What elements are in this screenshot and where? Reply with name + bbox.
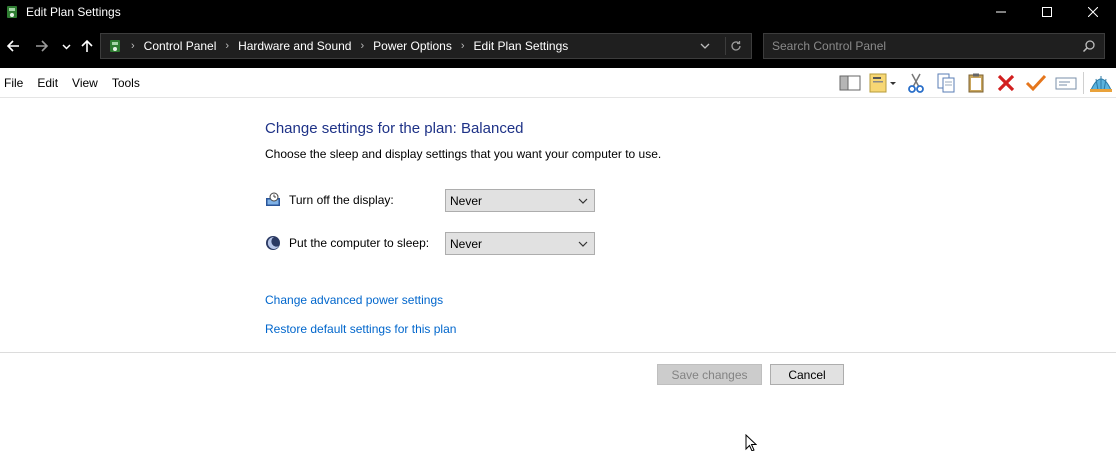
chevron-down-icon — [61, 43, 71, 50]
cancel-button[interactable]: Cancel — [770, 364, 844, 385]
breadcrumb-edit-plan-settings[interactable]: Edit Plan Settings — [474, 39, 569, 53]
breadcrumb-power-options[interactable]: Power Options — [373, 39, 452, 53]
title-bar: Edit Plan Settings — [0, 0, 1116, 24]
arrow-right-icon — [36, 40, 49, 52]
delete-button[interactable] — [991, 68, 1021, 98]
clipboard-icon — [968, 73, 984, 93]
sleep-setting-label: Put the computer to sleep: — [289, 236, 430, 250]
search-box — [763, 33, 1105, 59]
forward-button[interactable] — [33, 35, 51, 57]
breadcrumb-hardware-and-sound[interactable]: Hardware and Sound — [238, 39, 351, 53]
power-options-icon — [4, 4, 20, 20]
restore-defaults-link[interactable]: Restore default settings for this plan — [265, 322, 456, 336]
window-title: Edit Plan Settings — [26, 5, 121, 19]
minimize-button[interactable] — [978, 0, 1024, 24]
refresh-button[interactable] — [725, 37, 745, 55]
shell-icon — [1090, 76, 1112, 92]
sleep-setting-row: Put the computer to sleep: Never — [265, 232, 595, 255]
display-timeout-select[interactable]: Never — [445, 189, 595, 212]
chevron-down-icon — [700, 43, 710, 49]
recent-locations-button[interactable] — [59, 35, 73, 57]
display-timeout-value: Never — [450, 193, 483, 208]
search-input[interactable] — [764, 35, 1064, 57]
cut-button[interactable] — [901, 68, 931, 98]
rename-button[interactable] — [1051, 68, 1081, 98]
rename-icon — [1055, 77, 1077, 90]
breadcrumb-separator: › — [460, 40, 465, 52]
page-description: Choose the sleep and display settings th… — [265, 147, 662, 161]
address-dropdown-button[interactable] — [697, 38, 713, 54]
display-setting-label: Turn off the display: — [289, 193, 394, 207]
properties-icon — [869, 73, 896, 93]
chevron-down-icon — [578, 241, 588, 247]
save-changes-button[interactable]: Save changes — [657, 364, 762, 385]
arrow-left-icon — [6, 40, 19, 52]
scissors-icon — [908, 73, 924, 93]
close-button[interactable] — [1070, 0, 1116, 24]
control-panel-icon — [110, 40, 120, 52]
menu-file[interactable]: File — [0, 68, 30, 98]
copy-button[interactable] — [931, 68, 961, 98]
footer-divider — [0, 352, 1116, 353]
display-setting-row: Turn off the display: Never — [265, 189, 595, 212]
address-bar[interactable]: › Control Panel › Hardware and Sound › P… — [100, 33, 752, 59]
breadcrumb-control-panel[interactable]: Control Panel — [144, 39, 217, 53]
toolbar — [835, 68, 1116, 98]
menu-view[interactable]: View — [65, 68, 105, 98]
properties-button[interactable] — [865, 68, 901, 98]
delete-x-icon — [997, 74, 1015, 92]
window-controls — [978, 0, 1116, 24]
breadcrumb-separator: › — [360, 40, 365, 52]
mouse-cursor-icon — [745, 434, 757, 451]
refresh-icon — [730, 41, 741, 51]
breadcrumb-separator: › — [131, 40, 135, 52]
breadcrumb-separator: › — [225, 40, 230, 52]
back-button[interactable] — [4, 35, 22, 57]
preview-pane-button[interactable] — [835, 68, 865, 98]
sleep-timeout-select[interactable]: Never — [445, 232, 595, 255]
paste-button[interactable] — [961, 68, 991, 98]
menu-edit[interactable]: Edit — [30, 68, 65, 98]
page-title: Change settings for the plan: Balanced — [265, 120, 524, 137]
toolbar-separator — [1083, 72, 1084, 94]
chevron-down-icon — [578, 198, 588, 204]
checkmark-icon — [1025, 74, 1047, 92]
menu-bar: File Edit View Tools — [0, 68, 1116, 98]
navigation-bar: › Control Panel › Hardware and Sound › P… — [0, 24, 1116, 68]
display-timer-icon — [266, 192, 280, 206]
menu-tools[interactable]: Tools — [105, 68, 147, 98]
up-button[interactable] — [78, 35, 96, 57]
advanced-power-settings-link[interactable]: Change advanced power settings — [265, 293, 443, 307]
arrow-up-icon — [81, 39, 93, 52]
maximize-button[interactable] — [1024, 0, 1070, 24]
search-icon[interactable] — [1082, 39, 1096, 53]
shell-button[interactable] — [1086, 68, 1116, 98]
moon-icon — [266, 236, 280, 250]
sleep-timeout-value: Never — [450, 236, 483, 251]
copy-icon — [937, 73, 955, 93]
pane-icon — [839, 75, 861, 91]
apply-button[interactable] — [1021, 68, 1051, 98]
